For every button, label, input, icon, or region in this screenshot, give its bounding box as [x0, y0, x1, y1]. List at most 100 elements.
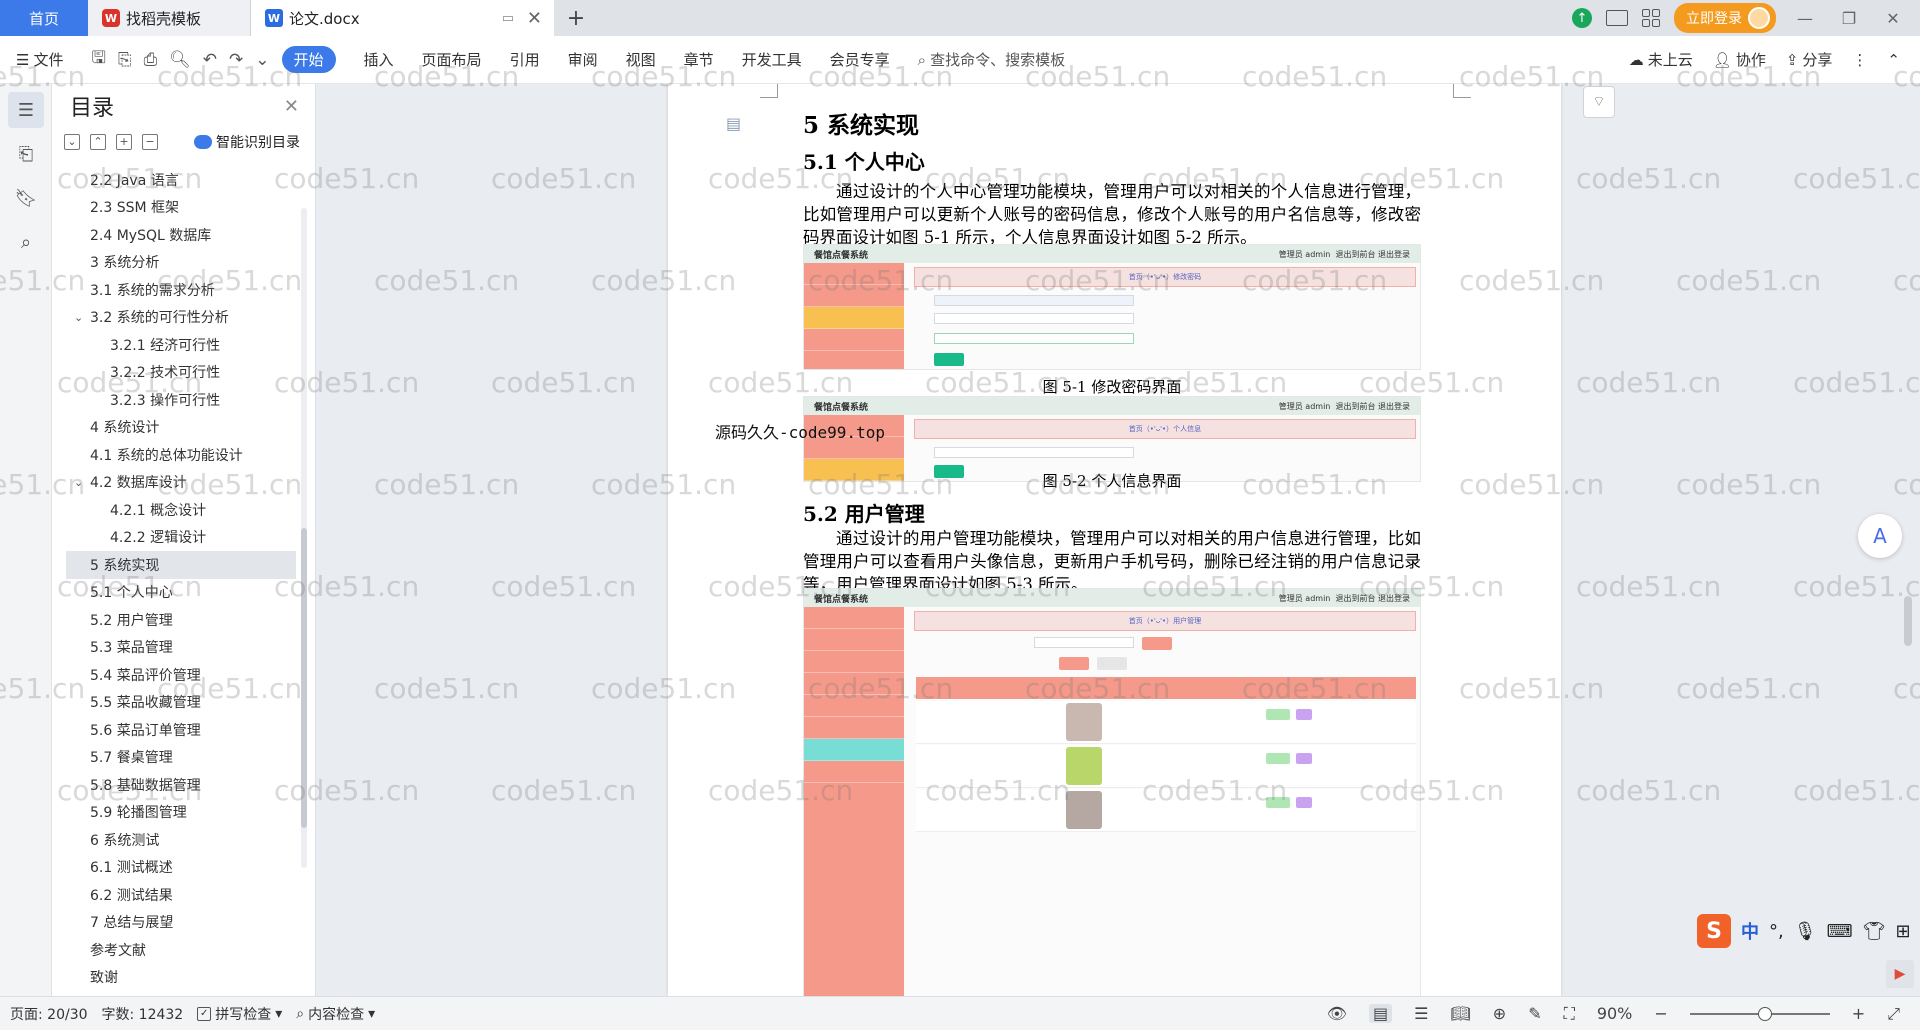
apps-grid-icon[interactable] [1642, 9, 1660, 27]
reading-view-icon[interactable]: 📖︎ [1450, 1004, 1470, 1023]
content-check-button[interactable]: ⌕ 内容检查 ▾ [296, 1004, 375, 1024]
save-icon[interactable]: 🖫 [91, 45, 105, 74]
ribbon-tab-references[interactable]: 引用 [510, 49, 540, 70]
export-icon[interactable]: ⎘ [118, 50, 132, 70]
zoom-slider-handle[interactable] [1757, 1006, 1772, 1021]
more-options-icon[interactable]: ⋮ [1852, 51, 1867, 69]
toc-item[interactable]: 3.2.1 经济可行性 [66, 331, 296, 359]
spell-check-button[interactable]: ✓ 拼写检查 ▾ [197, 1004, 282, 1024]
zoom-in-icon[interactable]: + [1852, 1004, 1865, 1023]
upgrade-icon[interactable]: ↑ [1572, 8, 1592, 28]
page-indicator[interactable]: 页面: 20/30 [10, 1004, 88, 1024]
reading-mode-icon[interactable] [1606, 10, 1628, 26]
expand-all-icon[interactable]: ⌄ [64, 134, 80, 150]
tab-templates[interactable]: W 找稻壳模板 [88, 0, 251, 36]
new-tab-button[interactable]: + [554, 0, 598, 36]
close-tab-icon[interactable]: ✕ [527, 8, 542, 29]
remove-heading-icon[interactable]: − [142, 134, 158, 150]
ribbon-tab-insert[interactable]: 插入 [364, 49, 394, 70]
smart-toc-button[interactable]: 智能识别目录 [194, 132, 300, 152]
microphone-icon[interactable]: 🎙︎ [1794, 921, 1817, 942]
zoom-level[interactable]: 90% [1597, 1004, 1633, 1023]
undo-icon[interactable]: ↶ [203, 50, 217, 70]
keyboard-icon[interactable]: ⌨ [1827, 921, 1853, 942]
chevron-down-icon[interactable]: ⌄ [74, 476, 88, 489]
toc-item[interactable]: 4.1 系统的总体功能设计 [66, 441, 296, 469]
toc-item[interactable]: 5.5 菜品收藏管理 [66, 689, 296, 717]
ime-language[interactable]: 中 [1741, 918, 1759, 944]
toc-item[interactable]: 5.3 菜品管理 [66, 634, 296, 662]
close-window-icon[interactable]: ✕ [1878, 9, 1908, 28]
toc-item[interactable]: 6.1 测试概述 [66, 854, 296, 882]
assistant-icon[interactable]: A [1858, 514, 1902, 558]
toc-item[interactable]: 2.3 SSM 框架 [66, 194, 296, 222]
toc-item[interactable]: 3.2.2 技术可行性 [66, 359, 296, 387]
toc-panel-icon[interactable]: ☰ [8, 92, 44, 128]
toc-item[interactable]: 5.8 基础数据管理 [66, 771, 296, 799]
cloud-button[interactable]: ☁ 未上云 [1629, 49, 1693, 70]
toc-item[interactable]: 5.6 菜品订单管理 [66, 716, 296, 744]
print-icon[interactable]: ⎙ [144, 50, 158, 70]
toc-item[interactable]: 6 系统测试 [66, 826, 296, 854]
ribbon-tab-member[interactable]: 会员专享 [830, 49, 890, 70]
print-preview-icon[interactable]: 🔍︎ [169, 50, 191, 70]
toc-item[interactable]: 致谢 [66, 964, 296, 992]
feedback-icon[interactable]: ▶ [1886, 960, 1914, 988]
toc-item[interactable]: 4 系统设计 [66, 414, 296, 442]
zoom-slider[interactable] [1689, 1006, 1830, 1021]
share-button[interactable]: ⇪ 分享 [1786, 49, 1833, 70]
close-icon[interactable]: ✕ [284, 96, 299, 117]
toc-item[interactable]: ⌄ 3.2 系统的可行性分析 [66, 304, 296, 332]
toc-item[interactable]: 3.2.3 操作可行性 [66, 386, 296, 414]
collapse-all-icon[interactable]: ⌃ [90, 134, 106, 150]
page-view-icon[interactable]: ▤ [1369, 1004, 1393, 1023]
ribbon-tab-review[interactable]: 审阅 [568, 49, 598, 70]
ribbon-tab-start[interactable]: 开始 [281, 46, 336, 73]
minimize-icon[interactable]: — [1790, 9, 1820, 28]
navigation-icon[interactable]: ⎗ [8, 136, 44, 172]
more-dropdown-icon[interactable]: ⌄ [255, 50, 269, 70]
write-view-icon[interactable]: ✎ [1528, 1004, 1541, 1023]
web-view-icon[interactable]: ⊕ [1493, 1004, 1506, 1023]
pin-tab-icon[interactable]: ▭ [502, 11, 514, 26]
toc-item[interactable]: 4.2.2 逻辑设计 [66, 524, 296, 552]
toc-item[interactable]: 6.2 测试结果 [66, 881, 296, 909]
collab-button[interactable]: 👤︎ 协作 [1713, 49, 1766, 70]
document-page[interactable]: ▤ 5 系统实现 5.1 个人中心 通过设计的个人中心管理功能模块，管理用户可以… [668, 84, 1561, 996]
toc-item[interactable]: 5 系统实现 [66, 551, 296, 579]
toc-item[interactable]: 参考文献 [66, 936, 296, 964]
tab-home[interactable]: 首页 [0, 0, 88, 36]
toc-item[interactable]: 5.2 用户管理 [66, 606, 296, 634]
document-area[interactable]: ▤ 5 系统实现 5.1 个人中心 通过设计的个人中心管理功能模块，管理用户可以… [316, 84, 1920, 996]
toc-item[interactable]: 5.4 菜品评价管理 [66, 661, 296, 689]
fit-page-icon[interactable]: ⛶ [1564, 1004, 1575, 1024]
toc-item[interactable]: 3 系统分析 [66, 249, 296, 277]
restore-icon[interactable]: ❐ [1834, 9, 1864, 28]
ribbon-tab-developer[interactable]: 开发工具 [742, 49, 802, 70]
apps-icon[interactable]: ⊞ [1895, 921, 1910, 942]
bookmark-icon[interactable]: 🔖︎ [8, 180, 44, 216]
ribbon-tab-view[interactable]: 视图 [626, 49, 656, 70]
toc-item[interactable]: 5.7 餐桌管理 [66, 744, 296, 772]
toc-item[interactable]: 7 总结与展望 [66, 909, 296, 937]
redo-icon[interactable]: ↷ [229, 50, 243, 70]
file-menu[interactable]: ☰ 文件 [16, 49, 63, 70]
input-method-toolbar[interactable]: S 中 °, 🎙︎ ⌨ 👕︎ ⊞ [1697, 914, 1911, 948]
document-scrollbar[interactable] [1904, 106, 1914, 916]
login-button[interactable]: 立即登录 [1674, 3, 1776, 33]
eye-protection-icon[interactable]: 👁︎ [1327, 1004, 1347, 1023]
zoom-out-icon[interactable]: − [1654, 1004, 1667, 1023]
collapse-ribbon-icon[interactable]: ⌃ [1887, 51, 1900, 69]
toc-item[interactable]: 2.2 Java 语言 [66, 166, 296, 194]
toc-item[interactable]: 3.1 系统的需求分析 [66, 276, 296, 304]
toc-item[interactable]: 5.1 个人中心 [66, 579, 296, 607]
tab-document[interactable]: W 论文.docx ▭ ✕ [251, 0, 554, 36]
punctuation-icon[interactable]: °, [1769, 921, 1784, 942]
filter-icon[interactable]: ⌔ [1583, 86, 1615, 118]
ribbon-tab-section[interactable]: 章节 [684, 49, 714, 70]
toc-item[interactable]: 5.9 轮播图管理 [66, 799, 296, 827]
toc-item[interactable]: 4.2.1 概念设计 [66, 496, 296, 524]
toc-scrollbar[interactable] [301, 208, 307, 868]
fullscreen-icon[interactable]: ⤢ [1887, 1004, 1900, 1024]
outline-view-icon[interactable]: ☰ [1414, 1004, 1428, 1023]
